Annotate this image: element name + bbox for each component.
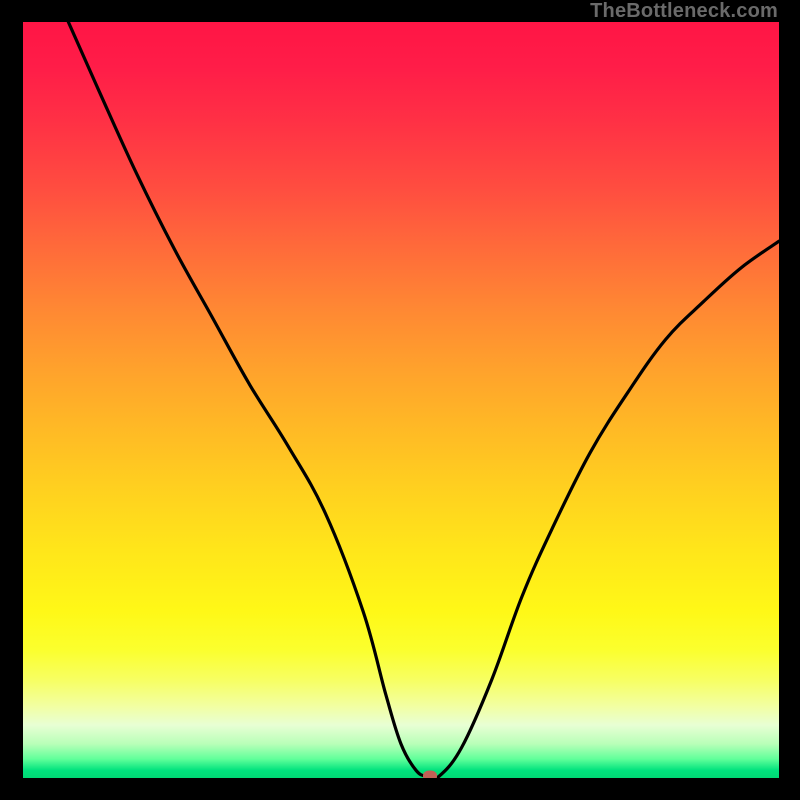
bottleneck-curve [23,22,779,778]
plot-area [23,22,779,778]
chart-frame: TheBottleneck.com [0,0,800,800]
optimum-marker [423,771,437,778]
watermark-text: TheBottleneck.com [590,0,778,23]
